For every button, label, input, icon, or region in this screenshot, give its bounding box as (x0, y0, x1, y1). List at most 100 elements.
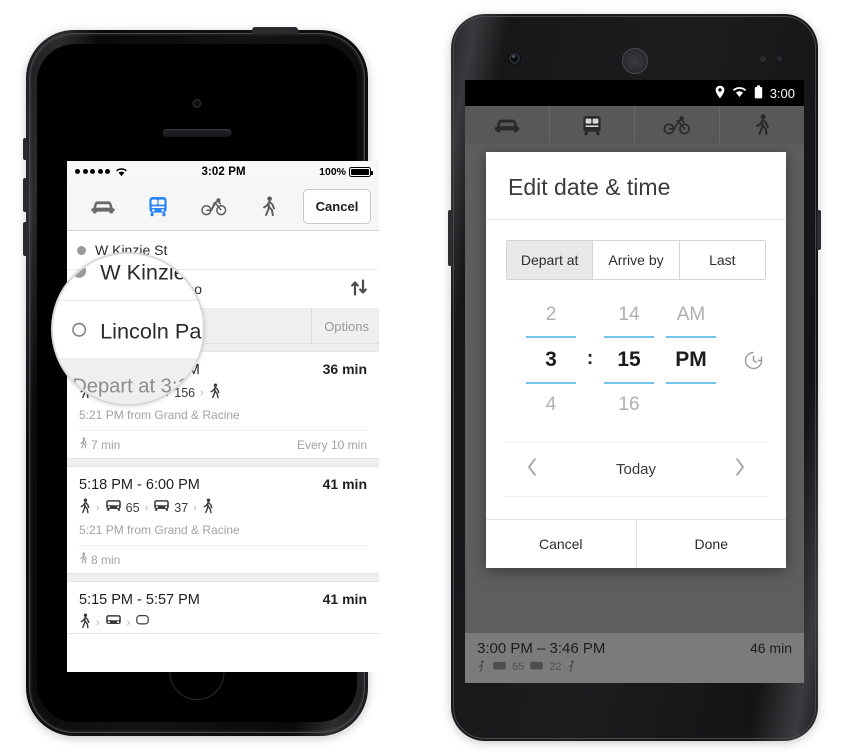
tab-transit[interactable] (550, 106, 635, 144)
chevron-right-icon: › (193, 502, 197, 514)
volume-button[interactable] (448, 210, 452, 266)
front-camera-icon (509, 53, 520, 64)
battery-percent-label: 100% (319, 165, 346, 178)
minute-rule-top (604, 336, 654, 338)
mode-transit-button[interactable] (131, 182, 187, 230)
pedestrian-icon (209, 383, 221, 404)
volume-up-button[interactable] (23, 178, 27, 212)
dialog-done-button[interactable]: Done (637, 520, 787, 568)
hour-selected-value[interactable]: 3 (520, 342, 582, 378)
ios-mode-bar: Cancel (67, 182, 379, 231)
dialog-cancel-button[interactable]: Cancel (486, 520, 637, 568)
magnifier-lens: W Kinzie St Lincoln Park Depart at 3:15 … (51, 252, 205, 406)
ios-status-right: 100% (319, 165, 373, 178)
minute-column[interactable]: 14 15 16 (598, 298, 660, 422)
background-route-header: 3:00 PM – 3:46 PM 46 min (477, 640, 792, 657)
meridiem-selected-value[interactable]: PM (660, 342, 722, 378)
chevron-right-icon: › (126, 617, 131, 629)
time-picker-columns: 2 3 4 : 14 15 16 AM PM (504, 298, 738, 422)
pedestrian-icon (79, 613, 91, 634)
background-route-row[interactable]: 3:00 PM – 3:46 PM 46 min 65 22 (465, 633, 804, 683)
location-pin-icon (715, 85, 725, 102)
dialog-title: Edit date & time (486, 152, 786, 220)
minute-rule-bottom (604, 382, 654, 384)
route-footer: 8 min (79, 545, 367, 573)
date-navigator: Today (504, 442, 768, 497)
background-route-time: 3:00 PM – 3:46 PM (477, 640, 606, 657)
hour-next-value[interactable]: 4 (520, 388, 582, 422)
battery-icon (349, 166, 373, 177)
android-device: 3:00 3:00 PM – 3:46 PM 46 min 65 22 Edit… (448, 14, 821, 741)
route-time-range: 5:18 PM - 6:00 PM (79, 477, 200, 493)
hour-previous-value[interactable]: 2 (520, 298, 582, 332)
table-row[interactable]: 5:18 PM - 6:00 PM 41 min › 65 › 37 › 5:2… (67, 466, 379, 574)
route-line-number: 37 (174, 501, 189, 515)
minute-selected-value[interactable]: 15 (598, 342, 660, 378)
chevron-right-icon: › (96, 617, 100, 629)
volume-down-button[interactable] (23, 222, 27, 256)
background-route-legs: 65 22 (477, 660, 792, 673)
route-legs: › 65 › 37 › (79, 498, 367, 518)
segment-last[interactable]: Last (679, 241, 765, 279)
power-button[interactable] (252, 27, 298, 34)
segment-depart-at[interactable]: Depart at (507, 241, 594, 279)
android-clock: 3:00 (769, 85, 795, 101)
hour-column[interactable]: 2 3 4 (520, 298, 582, 422)
route-departure-note: 5:21 PM from Grand & Racine (79, 523, 240, 537)
walk-duration-label: 7 min (91, 437, 121, 452)
date-label: Today (615, 461, 657, 478)
route-time-range: 5:15 PM - 5:57 PM (79, 592, 200, 608)
options-button[interactable]: Options (311, 309, 369, 343)
dialog-actions: Cancel Done (486, 519, 786, 568)
bus-icon (105, 499, 122, 517)
route-duration: 36 min (322, 361, 367, 377)
time-mode-segmented-control: Depart at Arrive by Last (506, 240, 766, 280)
meridiem-previous-value[interactable]: AM (660, 298, 722, 332)
route-footer: 7 min Every 10 min (79, 430, 367, 458)
chevron-right-icon: › (96, 502, 100, 514)
route-legs: › › (79, 613, 367, 633)
mode-bike-button[interactable] (186, 182, 242, 230)
power-button[interactable] (817, 210, 821, 250)
tab-drive[interactable] (465, 106, 550, 144)
segment-arrive-by[interactable]: Arrive by (593, 241, 680, 279)
bus-icon (153, 499, 170, 517)
android-status-bar: 3:00 (465, 80, 804, 106)
hour-rule-bottom (526, 382, 576, 384)
silent-switch[interactable] (23, 138, 27, 160)
tab-walk[interactable] (720, 106, 804, 144)
chevron-left-icon[interactable] (526, 457, 538, 482)
table-row[interactable]: 5:15 PM - 5:57 PM 41 min › › (67, 581, 379, 634)
iphone-screen: 3:02 PM 100% Cancel W Kinzie St Options … (67, 161, 379, 672)
train-icon (135, 614, 150, 632)
pedestrian-icon (79, 552, 88, 567)
chevron-right-icon: › (144, 502, 149, 514)
minute-previous-value[interactable]: 14 (598, 298, 660, 332)
route-line-number: 65 (125, 501, 140, 515)
cancel-button[interactable]: Cancel (303, 188, 371, 224)
meridiem-rule-top (666, 336, 716, 338)
mode-walk-button[interactable] (242, 182, 298, 230)
clock-history-icon[interactable] (738, 350, 768, 371)
route-walk-time: 8 min (79, 552, 120, 567)
mode-drive-button[interactable] (75, 182, 131, 230)
iphone-device: 3:02 PM 100% Cancel W Kinzie St Options … (23, 27, 379, 736)
magnifier-content: W Kinzie St Lincoln Park Depart at 3:15 … (56, 254, 203, 404)
android-screen: 3:00 3:00 PM – 3:46 PM 46 min 65 22 Edit… (465, 80, 804, 683)
route-walk-time: 7 min (79, 437, 120, 452)
comparison-stage: 3:02 PM 100% Cancel W Kinzie St Options … (0, 0, 844, 755)
background-route-duration: 46 min (749, 640, 792, 656)
ios-clock: 3:02 PM (201, 165, 246, 178)
tab-bike[interactable] (635, 106, 720, 144)
hour-rule-top (526, 336, 576, 338)
earpiece-speaker (162, 129, 232, 137)
meridiem-column[interactable]: AM PM (660, 298, 722, 422)
meridiem-next-value[interactable] (660, 388, 722, 422)
battery-full-icon (754, 84, 763, 102)
chevron-right-icon[interactable] (734, 457, 746, 482)
pedestrian-icon (79, 498, 91, 519)
minute-next-value[interactable]: 16 (598, 388, 660, 422)
swap-vertical-icon[interactable] (350, 279, 369, 299)
wifi-icon (732, 86, 747, 101)
pedestrian-icon (79, 437, 88, 452)
